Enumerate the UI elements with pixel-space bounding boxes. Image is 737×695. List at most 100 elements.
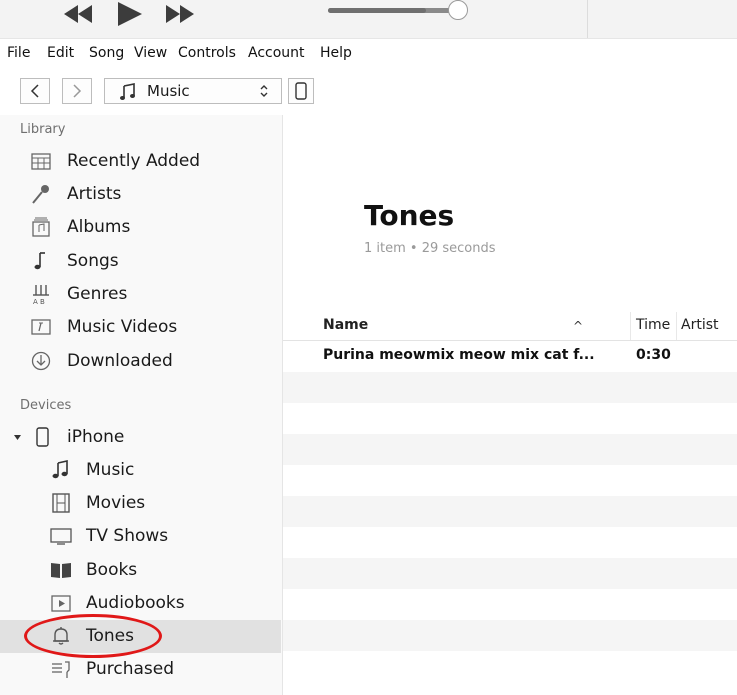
sidebar-item-artists[interactable]: Artists: [0, 178, 281, 211]
page-subtitle: 1 item • 29 seconds: [364, 241, 496, 256]
download-circle-icon: [31, 351, 51, 371]
devices-section-label: Devices: [20, 398, 72, 413]
menu-song[interactable]: Song: [89, 45, 124, 61]
volume-slider-track[interactable]: [328, 8, 458, 13]
sidebar-item-label: Genres: [67, 284, 128, 304]
volume-slider-knob[interactable]: [448, 0, 468, 20]
empty-row: [283, 372, 737, 403]
fast-forward-icon[interactable]: [166, 5, 194, 23]
cell-time: 0:30: [636, 347, 671, 363]
sidebar-item-albums[interactable]: Albums: [0, 211, 281, 244]
sidebar-item-label: Music Videos: [67, 317, 178, 337]
sidebar-item-label: Books: [86, 560, 138, 580]
iphone-icon: [36, 427, 49, 447]
empty-row: [283, 589, 737, 620]
menu-bar: File Edit Song View Controls Account Hel…: [0, 39, 737, 69]
sidebar-item-downloaded[interactable]: Downloaded: [0, 345, 281, 378]
menu-controls[interactable]: Controls: [178, 45, 236, 61]
sidebar-item-genres[interactable]: A B Genres: [0, 278, 281, 311]
empty-row: [283, 496, 737, 527]
music-note-icon: [120, 83, 135, 100]
media-source-select[interactable]: Music: [104, 78, 282, 104]
menu-view[interactable]: View: [134, 45, 167, 61]
table-row[interactable]: Purina meowmix meow mix cat f... 0:30: [283, 341, 737, 372]
menu-edit[interactable]: Edit: [47, 45, 74, 61]
music-note-icon: [52, 460, 68, 479]
purchased-list-icon: [52, 661, 70, 678]
column-divider[interactable]: [676, 312, 677, 340]
column-divider[interactable]: [630, 312, 631, 340]
calendar-grid-icon: [31, 153, 51, 170]
music-video-icon: [31, 319, 51, 335]
sidebar-item-recently-added[interactable]: Recently Added: [0, 145, 281, 178]
main-content: Tones 1 item • 29 seconds Name ^ Time Ar…: [283, 115, 737, 695]
sidebar-device-audiobooks[interactable]: Audiobooks: [0, 587, 281, 620]
iphone-icon: [295, 82, 307, 100]
chevron-right-icon: [73, 84, 82, 98]
svg-text:B: B: [40, 298, 45, 305]
sidebar-device-music[interactable]: Music: [0, 454, 281, 487]
empty-row: [283, 403, 737, 434]
up-down-chevron-icon: [260, 85, 268, 97]
column-header-name[interactable]: Name: [323, 317, 368, 333]
empty-row: [283, 465, 737, 496]
sidebar-device-label: iPhone: [67, 427, 125, 447]
sidebar-item-label: Albums: [67, 217, 131, 237]
genres-icon: A B: [33, 285, 49, 305]
music-note-icon: [34, 252, 45, 270]
sidebar-item-label: Recently Added: [67, 151, 201, 171]
sidebar: Library Recently Added Artists Albums So…: [0, 115, 283, 695]
play-icon[interactable]: [118, 2, 142, 26]
sidebar-device-tv-shows[interactable]: TV Shows: [0, 520, 281, 553]
back-button[interactable]: [20, 78, 50, 104]
page-title: Tones: [364, 199, 455, 232]
column-header-time[interactable]: Time: [636, 317, 670, 333]
empty-row: [283, 651, 737, 682]
sidebar-device-iphone[interactable]: iPhone: [0, 421, 281, 454]
sidebar-device-movies[interactable]: Movies: [0, 487, 281, 520]
microphone-icon: [32, 185, 49, 204]
empty-row: [283, 620, 737, 651]
sidebar-item-label: Movies: [86, 493, 146, 513]
sort-ascending-icon[interactable]: ^: [573, 319, 583, 333]
menu-file[interactable]: File: [7, 45, 30, 61]
audiobook-icon: [51, 595, 71, 612]
book-icon: [51, 563, 71, 578]
tv-icon: [50, 528, 72, 545]
navigation-bar: Music: [0, 69, 737, 115]
title-bar: [0, 0, 737, 39]
table-header: Name ^ Time Artist: [283, 312, 737, 341]
sidebar-item-label: Music: [86, 460, 135, 480]
svg-text:A: A: [33, 298, 38, 305]
disclosure-triangle-icon[interactable]: [13, 433, 22, 442]
empty-row: [283, 558, 737, 589]
sidebar-item-label: Songs: [67, 251, 119, 271]
empty-row: [283, 527, 737, 558]
library-section-label: Library: [20, 122, 66, 137]
red-annotation-circle: [24, 614, 162, 658]
album-icon: [32, 217, 50, 237]
sidebar-device-books[interactable]: Books: [0, 554, 281, 587]
sidebar-item-label: TV Shows: [86, 526, 169, 546]
sidebar-item-songs[interactable]: Songs: [0, 245, 281, 278]
titlebar-divider: [587, 0, 588, 38]
sidebar-item-label: Audiobooks: [86, 593, 185, 613]
menu-account[interactable]: Account: [248, 45, 305, 61]
menu-help[interactable]: Help: [320, 45, 352, 61]
sidebar-item-label: Artists: [67, 184, 122, 204]
film-icon: [52, 493, 70, 513]
cell-name: Purina meowmix meow mix cat f...: [323, 347, 595, 363]
sidebar-device-purchased[interactable]: Purchased: [0, 653, 281, 686]
empty-row: [283, 434, 737, 465]
sidebar-item-label: Downloaded: [67, 351, 173, 371]
volume-slider-fill: [328, 8, 426, 13]
playback-controls: [64, 2, 194, 26]
media-source-label: Music: [147, 82, 190, 100]
rewind-icon[interactable]: [64, 5, 92, 23]
sidebar-item-music-videos[interactable]: Music Videos: [0, 311, 281, 344]
column-header-artist[interactable]: Artist: [681, 317, 719, 333]
forward-button[interactable]: [62, 78, 92, 104]
sidebar-item-label: Purchased: [86, 659, 174, 679]
chevron-left-icon: [30, 84, 39, 98]
device-button[interactable]: [288, 78, 314, 104]
